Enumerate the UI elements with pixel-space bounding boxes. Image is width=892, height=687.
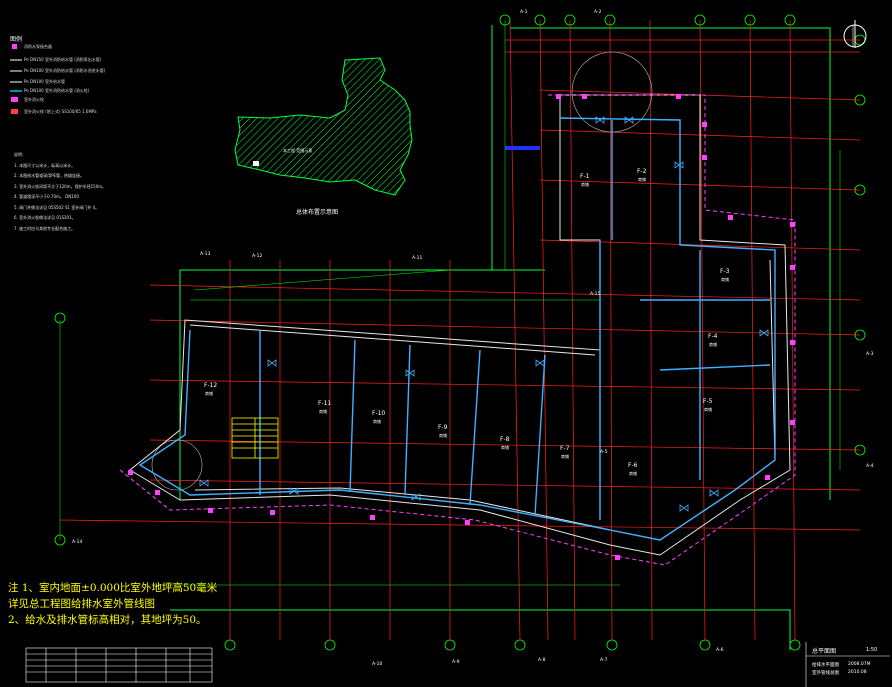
axis-label: A-15: [590, 292, 601, 297]
sheet-code: 2008.07M: [848, 662, 871, 667]
design-notes: 说明： 1. 本图尺寸以米计，标高以米计。 2. 本图给水管道采用PE管，热熔连…: [14, 150, 106, 234]
key-plan-caption: 总体布置示意图: [296, 209, 339, 216]
axis-label: A-2: [594, 10, 602, 15]
inlet-pipe-segment: [505, 146, 540, 150]
zone-label: F-4: [708, 333, 718, 340]
general-note-line: 详见总工程图给排水室外管线图: [8, 598, 155, 610]
zone-sub: 商铺: [704, 407, 712, 412]
zone-label: F-6: [628, 462, 638, 469]
key-plan: [234, 57, 413, 196]
general-note-line: 注 1、室内地面±0.000比室外地坪高50毫米: [8, 582, 218, 594]
legend-item-7: 室外消火栓 (地上式) SS100/65 1.6MPa: [24, 109, 97, 114]
zone-label: F-12: [204, 382, 218, 389]
axis-label: A-11: [412, 256, 423, 261]
zone-sub: 商铺: [373, 419, 381, 424]
zone-label: F-10: [372, 410, 386, 417]
axis-label: A-9: [452, 660, 460, 665]
zone-label: F-9: [438, 424, 448, 431]
legend-item-4: Pe DN100 室外给水管: [24, 79, 65, 84]
zone-sub: 商铺: [638, 177, 646, 182]
zone-sub: 商铺: [501, 445, 509, 450]
note-line: 5. 阀门井做法详见 05S502 S1 室外阀门井 4。: [14, 204, 100, 210]
legend-item-6: 室外消火栓: [24, 97, 44, 102]
zone-sub: 商铺: [581, 182, 589, 187]
building-outline: [129, 51, 791, 556]
zone-label: F-1: [580, 173, 590, 180]
sheet-scale: 1:50: [866, 647, 878, 653]
sheet-title: 总平面图: [812, 648, 837, 655]
note-line: 6. 室外消火栓做法详见 01S201。: [14, 215, 76, 220]
zone-sub: 商铺: [439, 433, 447, 438]
note-line: 2. 本图给水管道采用PE管，热熔连接。: [14, 173, 85, 178]
zone-sub: 商铺: [319, 409, 327, 414]
axis-label: A-4: [866, 464, 874, 469]
zone-label: F-8: [500, 436, 510, 443]
general-note-line: 2、给水及排水管标高相对，其地坪为50。: [8, 614, 207, 626]
zone-sub: 商铺: [561, 454, 569, 459]
legend-swatches: [10, 44, 22, 114]
legend-item-5: Pe DN100 室外消防给水管 (消火栓): [24, 88, 90, 93]
legend-item-2: Pe DN150 室外消防给水管 (消防泵出水管): [24, 57, 102, 62]
note-line: 说明：: [14, 152, 26, 157]
axis-label: A-10: [372, 662, 383, 667]
axis-label: A-7: [600, 658, 608, 663]
key-plan-label: 本工程 范围示意: [283, 148, 313, 153]
axis-label: A-3: [866, 352, 874, 357]
sheet-info: 给排水平面图: [812, 663, 839, 668]
axis-label: A-12: [252, 254, 263, 259]
north-arrow-icon: [843, 20, 867, 48]
water-pipe-network: [138, 117, 776, 541]
axis-label: A-6: [716, 648, 724, 653]
zone-sub: 商铺: [721, 277, 729, 282]
note-line: 1. 本图尺寸以米计，标高以米计。: [14, 162, 76, 168]
fire-hydrant-markers: [128, 94, 795, 560]
axis-label: A-13: [200, 252, 211, 257]
zone-label: F-2: [637, 168, 647, 175]
zone-sub: 商铺: [205, 391, 213, 396]
zone-label: F-11: [318, 400, 332, 407]
general-notes: 注 1、室内地面±0.000比室外地坪高50毫米 详见总工程图给排水室外管线图 …: [8, 580, 217, 628]
zone-label: F-7: [560, 445, 570, 452]
axis-label: A-5: [600, 450, 608, 455]
zone-label: F-3: [720, 268, 730, 275]
zone-sub: 商铺: [709, 342, 717, 347]
stair-block: [231, 417, 279, 459]
zone-label: F-5: [703, 398, 713, 405]
sheet-date: 2010.08: [848, 670, 867, 675]
legend-item-3: Pe DN100 室外消防给水管 (消防水池进水管): [24, 68, 106, 73]
legend-item-1: 消防水泵接合器: [24, 44, 52, 49]
note-line: 7. 施工时应与其他专业配合施工。: [14, 225, 76, 231]
sheet-info-2: 室外管线总图: [812, 671, 839, 676]
axis-label: A-1: [520, 10, 528, 15]
axis-label: A-8: [538, 658, 546, 663]
zone-sub: 商铺: [629, 471, 637, 476]
note-line: 3. 室外消火栓间距不大于120m，保护半径150m。: [14, 183, 107, 189]
note-line: 4. 管道埋深不小于0.70m。 DN100: [14, 194, 79, 199]
legend-title: 图例: [10, 36, 23, 43]
axis-label: A-14: [72, 540, 83, 545]
